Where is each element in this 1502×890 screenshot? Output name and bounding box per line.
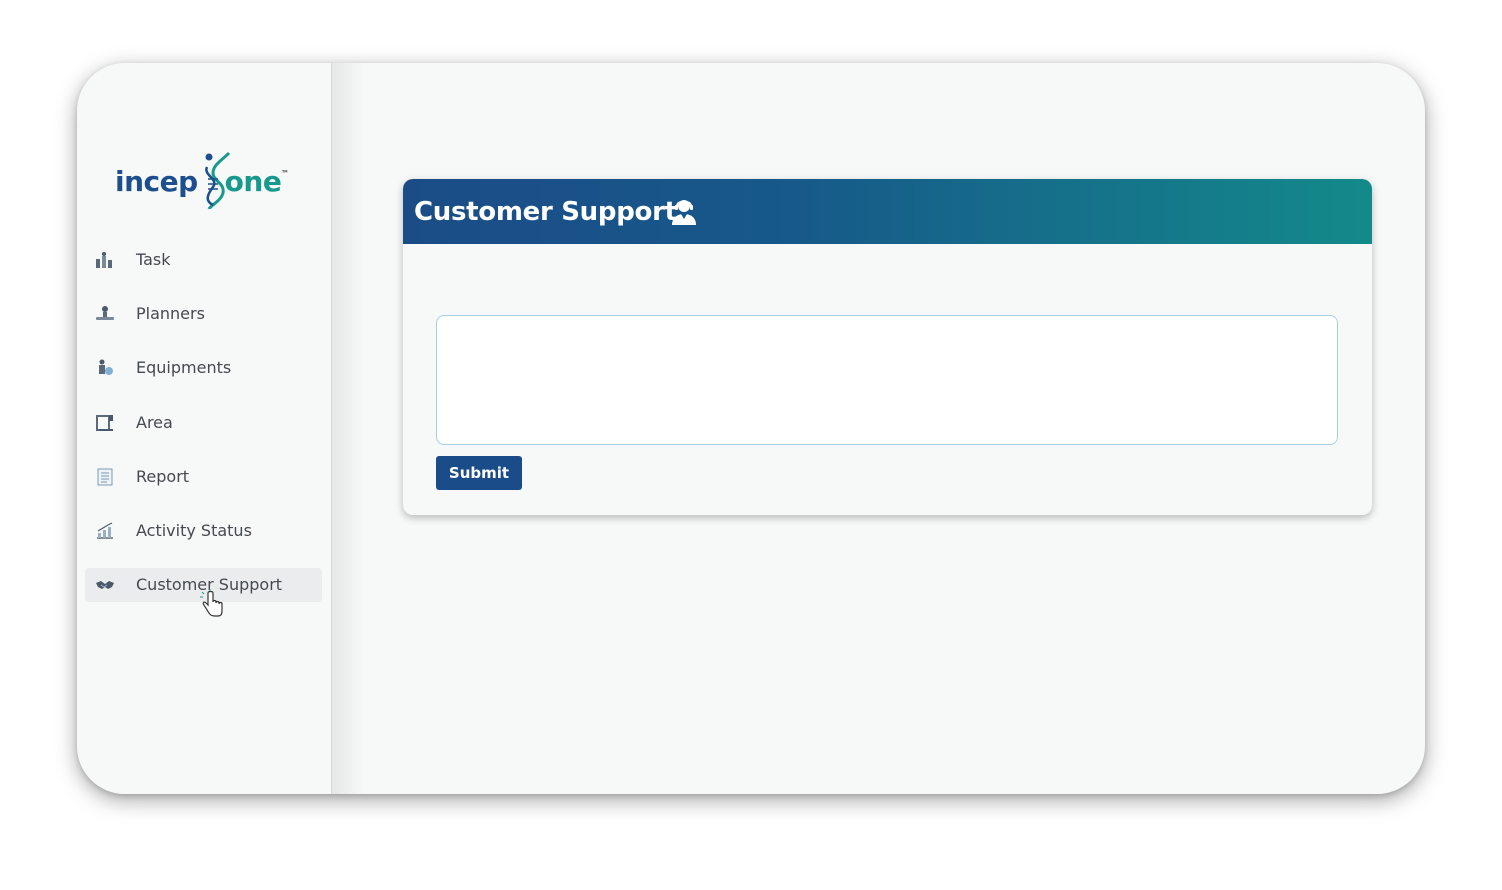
logo-incep-text: incep [115, 165, 198, 198]
sidebar: incep one ™ Task Planners Equipments Are… [77, 63, 332, 794]
sidebar-item-label: Activity Status [136, 520, 252, 540]
hand-pointer-cursor-icon [200, 589, 223, 617]
sidebar-item-label: Task [136, 250, 171, 269]
customer-support-card: Customer Support Submit [403, 179, 1372, 515]
card-header: Customer Support [403, 179, 1372, 244]
handshake-icon [96, 581, 114, 590]
submit-button[interactable]: Submit [436, 456, 522, 490]
planners-icon [96, 306, 114, 321]
sidebar-item-equipments[interactable]: Equipments [85, 351, 322, 385]
sidebar-item-report[interactable]: Report [85, 460, 322, 494]
message-textarea[interactable] [436, 315, 1338, 445]
sidebar-nav: Task Planners Equipments Area Report Act… [85, 243, 322, 622]
sidebar-item-label: Area [136, 412, 173, 432]
page-title: Customer Support [414, 197, 677, 227]
sidebar-item-label: Planners [136, 304, 205, 324]
app-window: incep one ™ Task Planners Equipments Are… [77, 63, 1425, 794]
sidebar-item-customer-support[interactable]: Customer Support [85, 568, 322, 617]
sidebar-item-label: Equipments [136, 358, 232, 378]
area-icon [96, 414, 113, 431]
sidebar-item-label: Report [136, 466, 190, 486]
equipments-icon [99, 359, 113, 376]
report-icon [97, 468, 113, 486]
trademark-symbol: ™ [281, 169, 289, 178]
inceptone-logo: incep one ™ [115, 149, 305, 213]
task-icon [96, 252, 112, 268]
sidebar-item-task[interactable]: Task [85, 243, 322, 277]
sidebar-item-planners[interactable]: Planners [85, 297, 322, 331]
dna-figure-icon [205, 151, 231, 209]
activity-status-icon [97, 522, 113, 539]
sidebar-shadow [331, 63, 365, 794]
sidebar-item-area[interactable]: Area [85, 406, 322, 440]
support-agent-icon [672, 200, 696, 225]
sidebar-item-activity-status[interactable]: Activity Status [85, 514, 322, 548]
